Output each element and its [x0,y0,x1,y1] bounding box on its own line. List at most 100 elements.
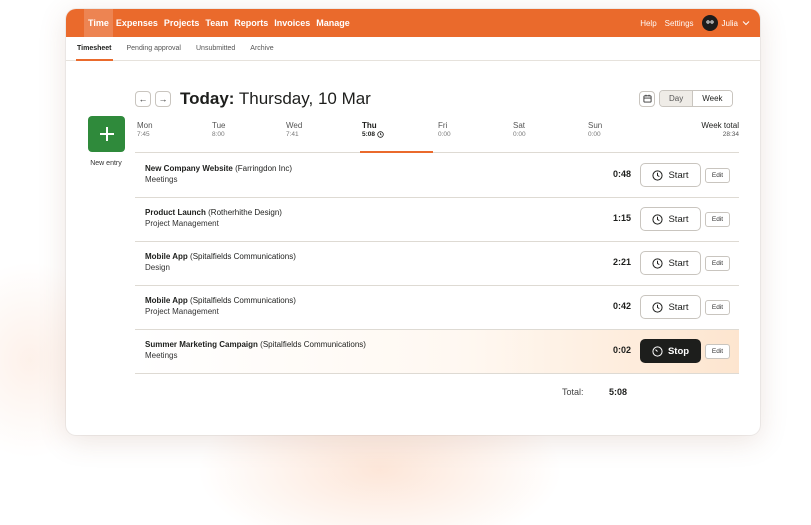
entry-duration[interactable]: 0:02 [609,345,631,355]
day-name: Mon [137,121,153,130]
day-sunday[interactable]: Sun 0:00 [588,121,602,138]
time-entry-row[interactable]: New Company Website (Farringdon Inc) Mee… [135,154,739,198]
calendar-button[interactable] [639,90,655,107]
entry-task: Design [145,263,170,272]
edit-entry-button[interactable]: Edit [705,168,730,183]
clock-icon [652,301,664,313]
entry-task: Project Management [145,219,219,228]
prev-day-button[interactable]: ← [135,91,151,107]
tab-timesheet[interactable]: Timesheet [76,37,113,61]
entry-project: Mobile App [145,296,188,305]
nav-item-team[interactable]: Team [202,9,231,37]
day-friday[interactable]: Fri 0:00 [438,121,451,138]
stop-timer-button[interactable]: Stop [640,339,701,363]
nav-item-reports[interactable]: Reports [231,9,271,37]
clock-icon [652,213,664,225]
time-entry-row-running[interactable]: Summer Marketing Campaign (Spitalfields … [135,330,739,374]
entry-client: (Spitalfields Communications) [190,252,296,261]
main-nav: Time Expenses Projects Team Reports Invo… [84,9,353,37]
nav-item-time[interactable]: Time [84,9,113,37]
day-name: Tue [212,121,226,130]
new-entry-button[interactable] [88,116,125,152]
next-day-button[interactable]: → [155,91,171,107]
today-indicator [360,151,433,153]
new-entry-label: New entry [90,160,122,167]
week-days-row: Mon 7:45 Tue 8:00 Wed 7:41 Thu 5:08 Fri … [135,121,739,153]
day-tuesday[interactable]: Tue 8:00 [212,121,226,138]
start-timer-button[interactable]: Start [640,207,701,231]
entry-project: Mobile App [145,252,188,261]
time-entry-row[interactable]: Product Launch (Rotherhithe Design) Proj… [135,198,739,242]
day-total: 0:00 [513,131,526,138]
chevron-down-icon [742,21,750,26]
date-label: Thursday, 10 Mar [238,89,371,108]
start-timer-button[interactable]: Start [640,295,701,319]
nav-item-invoices[interactable]: Invoices [271,9,313,37]
entry-client: (Spitalfields Communications) [260,340,366,349]
day-name: Thu [362,121,377,130]
day-total: 7:45 [137,131,150,138]
clock-icon [652,169,664,181]
stop-label: Stop [667,345,690,357]
day-name: Wed [286,121,303,130]
plus-icon [99,127,114,141]
user-menu[interactable]: Julia [701,15,750,31]
day-total: 0:00 [438,131,451,138]
entry-task: Meetings [145,351,178,360]
entry-task: Meetings [145,175,178,184]
week-total-value: 28:34 [722,131,739,138]
week-total-label: Week total [701,121,739,130]
view-week-button[interactable]: Week [693,91,732,106]
tab-pending-approval[interactable]: Pending approval [126,37,183,60]
entry-duration[interactable]: 2:21 [609,257,631,267]
entry-project: Product Launch [145,208,206,217]
settings-link[interactable]: Settings [665,19,694,28]
edit-entry-button[interactable]: Edit [705,300,730,315]
entry-client: (Farringdon Inc) [235,164,293,173]
main-content: ← → Today: Thursday, 10 Mar Day Week New… [66,61,760,435]
avatar-face-icon [705,20,714,24]
time-entry-row[interactable]: Mobile App (Spitalfields Communications)… [135,242,739,286]
day-thursday[interactable]: Thu 5:08 [362,121,384,138]
calendar-icon [642,94,652,103]
total-value: 5:08 [609,387,628,397]
entry-client: (Spitalfields Communications) [190,296,296,305]
nav-item-manage[interactable]: Manage [313,9,353,37]
day-total: 5:08 [362,131,376,138]
time-entry-row[interactable]: Mobile App (Spitalfields Communications)… [135,286,739,330]
avatar [701,15,718,31]
day-wednesday[interactable]: Wed 7:41 [286,121,302,138]
start-label: Start [668,169,689,181]
page-title: Today: Thursday, 10 Mar [180,89,371,109]
entry-title: New Company Website (Farringdon Inc) [145,164,292,173]
help-link[interactable]: Help [640,19,656,28]
start-label: Start [668,213,689,225]
edit-entry-button[interactable]: Edit [705,344,730,359]
app-window: Time Expenses Projects Team Reports Invo… [66,9,760,435]
entry-project: Summer Marketing Campaign [145,340,258,349]
start-timer-button[interactable]: Start [640,163,701,187]
entry-duration[interactable]: 0:42 [609,301,631,311]
week-total: Week total 28:34 [701,121,739,138]
day-total: 0:00 [588,131,601,138]
day-total: 8:00 [212,131,225,138]
tab-unsubmitted[interactable]: Unsubmitted [195,37,236,60]
view-day-button[interactable]: Day [660,91,694,106]
nav-right: Help Settings Julia [640,15,750,31]
today-label: Today: [180,89,235,108]
arrow-left-icon: ← [138,94,148,104]
edit-entry-button[interactable]: Edit [705,212,730,227]
tab-archive[interactable]: Archive [249,37,274,60]
date-header: ← → Today: Thursday, 10 Mar [135,89,371,109]
nav-item-projects[interactable]: Projects [161,9,203,37]
nav-item-expenses[interactable]: Expenses [113,9,161,37]
entry-duration[interactable]: 0:48 [609,169,631,179]
day-total-row: Total: 5:08 [135,383,739,403]
day-saturday[interactable]: Sat 0:00 [513,121,526,138]
day-monday[interactable]: Mon 7:45 [137,121,153,138]
entry-title: Mobile App (Spitalfields Communications) [145,252,296,261]
time-entries-list: New Company Website (Farringdon Inc) Mee… [135,154,739,374]
edit-entry-button[interactable]: Edit [705,256,730,271]
start-timer-button[interactable]: Start [640,251,701,275]
entry-duration[interactable]: 1:15 [609,213,631,223]
